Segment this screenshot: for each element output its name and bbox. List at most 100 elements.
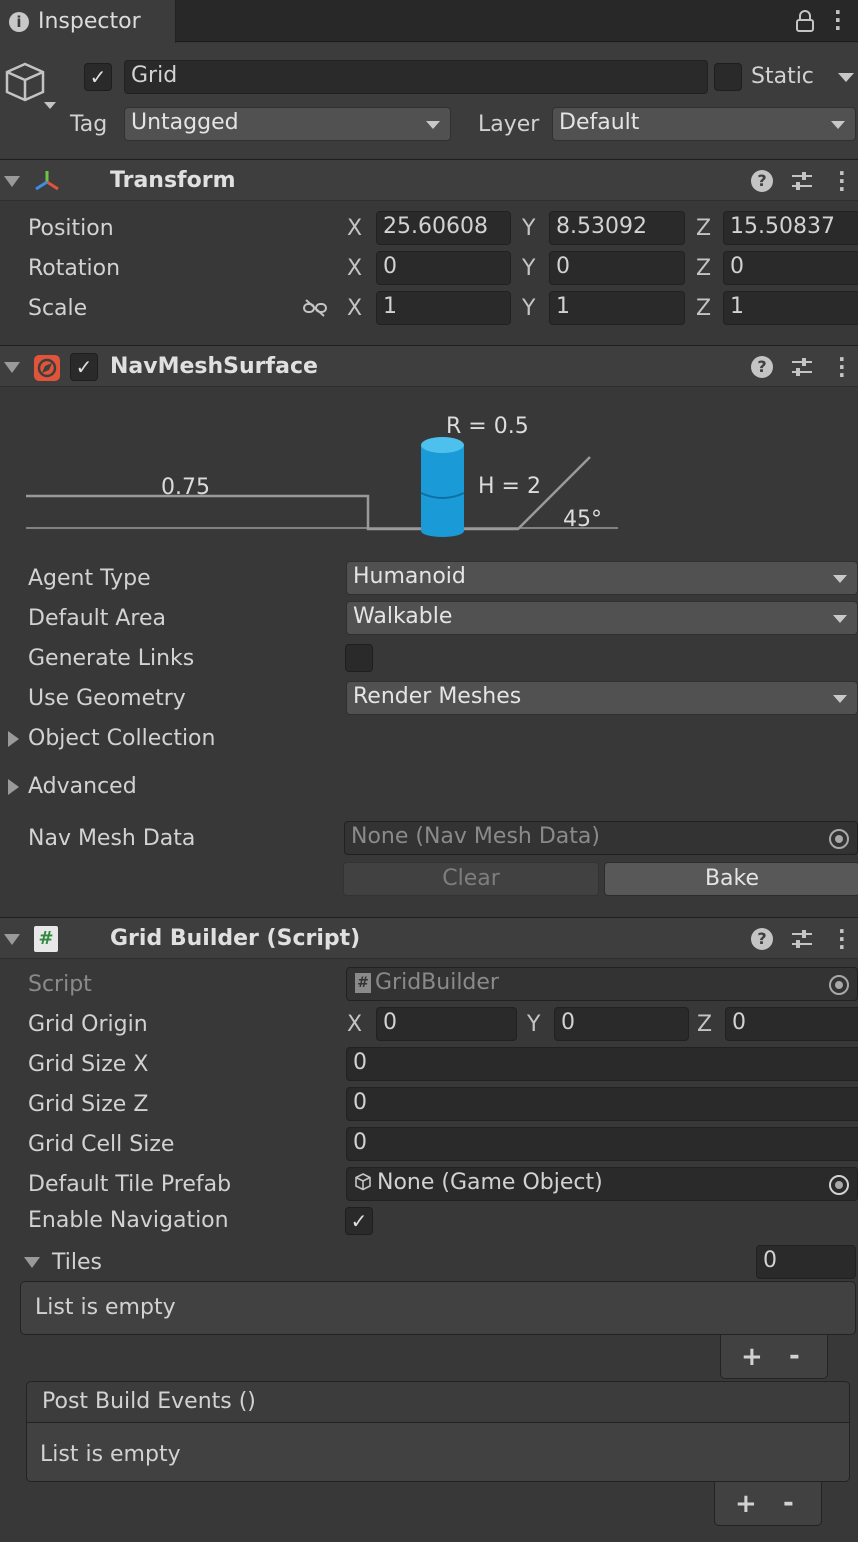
static-checkbox[interactable]	[714, 63, 742, 91]
axis-y-label[interactable]: Y	[522, 254, 535, 284]
tag-dropdown[interactable]: Untagged	[124, 107, 451, 141]
foldout-arrow-icon[interactable]	[8, 731, 19, 747]
agent-type-label: Agent Type	[28, 566, 151, 591]
default-area-dropdown[interactable]: Walkable	[346, 601, 858, 635]
events-empty-text: List is empty	[40, 1442, 181, 1467]
foldout-arrow-icon[interactable]	[8, 779, 19, 795]
object-collection-foldout[interactable]: Object Collection	[28, 724, 215, 754]
tiles-remove-button[interactable]: -	[789, 1341, 800, 1371]
default-area-label: Default Area	[28, 606, 167, 631]
tab-title: Inspector	[38, 9, 141, 34]
position-z-field[interactable]: 15.50837	[723, 211, 858, 245]
layer-value: Default	[559, 110, 640, 135]
axis-y-label[interactable]: Y	[527, 1010, 540, 1040]
layer-dropdown[interactable]: Default	[552, 107, 856, 141]
chevron-down-icon	[833, 575, 847, 583]
advanced-foldout[interactable]: Advanced	[28, 772, 137, 802]
foldout-arrow-icon[interactable]	[4, 176, 20, 187]
default-area-value: Walkable	[353, 604, 453, 629]
axis-x-label[interactable]: X	[347, 254, 362, 284]
object-picker-icon[interactable]	[829, 829, 849, 849]
scale-y-field[interactable]: 1	[549, 291, 685, 325]
grid-builder-header[interactable]: # Grid Builder (Script) ? · · ·	[0, 917, 858, 959]
axis-z-label[interactable]: Z	[696, 254, 711, 284]
lock-icon[interactable]	[794, 9, 816, 33]
component-title: Transform	[110, 168, 236, 193]
grid-origin-label: Grid Origin	[28, 1012, 148, 1037]
axis-x-label[interactable]: X	[347, 1010, 362, 1040]
grid-size-z-field[interactable]: 0	[346, 1087, 858, 1121]
help-icon[interactable]: ?	[751, 170, 773, 192]
script-label: Script	[28, 972, 92, 997]
nav-mesh-data-field[interactable]: None (Nav Mesh Data)	[344, 821, 858, 855]
grid-cell-size-field[interactable]: 0	[346, 1127, 858, 1161]
layer-label: Layer	[478, 112, 540, 137]
script-file-icon: #	[34, 926, 58, 952]
axis-x-label[interactable]: X	[347, 294, 362, 324]
rotation-label: Rotation	[28, 256, 121, 281]
rotation-x-field[interactable]: 0	[376, 251, 511, 285]
axis-z-label[interactable]: Z	[696, 294, 711, 324]
default-tile-prefab-label: Default Tile Prefab	[28, 1172, 232, 1197]
agent-type-dropdown[interactable]: Humanoid	[346, 561, 858, 595]
default-tile-prefab-value: None (Game Object)	[377, 1170, 603, 1195]
chevron-down-icon	[833, 695, 847, 703]
events-add-button[interactable]: +	[735, 1489, 757, 1519]
help-icon[interactable]: ?	[751, 356, 773, 378]
tiles-add-button[interactable]: +	[741, 1342, 763, 1372]
scale-label: Scale	[28, 296, 88, 321]
tab-inspector[interactable]: i Inspector	[0, 0, 176, 43]
axis-y-label[interactable]: Y	[522, 294, 535, 324]
events-remove-button[interactable]: -	[783, 1488, 794, 1518]
tiles-foldout[interactable]: Tiles	[52, 1248, 102, 1278]
use-geometry-dropdown[interactable]: Render Meshes	[346, 681, 858, 715]
presets-icon[interactable]	[790, 355, 814, 379]
component-menu-icon[interactable]: · · ·	[838, 349, 846, 385]
rotation-z-field[interactable]: 0	[723, 251, 858, 285]
axis-z-label[interactable]: Z	[696, 214, 711, 244]
constrain-proportions-link-icon[interactable]	[302, 298, 328, 318]
position-y-field[interactable]: 8.53092	[549, 211, 685, 245]
script-field: # GridBuilder	[346, 967, 858, 1001]
grid-origin-z-field[interactable]: 0	[725, 1007, 858, 1041]
kebab-menu-icon[interactable]: · · ·	[834, 2, 842, 38]
info-icon: i	[9, 12, 29, 32]
navmesh-enabled-checkbox[interactable]: ✓	[70, 353, 98, 381]
position-x-field[interactable]: 25.60608	[376, 211, 511, 245]
grid-origin-x-field[interactable]: 0	[376, 1007, 517, 1041]
navmesh-header[interactable]: ✓ NavMeshSurface ? · · ·	[0, 345, 858, 387]
presets-icon[interactable]	[790, 927, 814, 951]
presets-icon[interactable]	[790, 169, 814, 193]
component-title: NavMeshSurface	[110, 354, 318, 379]
bake-button[interactable]: Bake	[604, 862, 858, 896]
axis-x-label[interactable]: X	[347, 214, 362, 244]
post-build-events: Post Build Events () List is empty	[26, 1381, 850, 1482]
clear-button[interactable]: Clear	[343, 862, 599, 896]
transform-header[interactable]: Transform ? · · ·	[0, 159, 858, 201]
component-menu-icon[interactable]: · · ·	[838, 163, 846, 199]
foldout-arrow-icon[interactable]	[4, 934, 20, 945]
gameobject-cube-icon[interactable]	[4, 60, 60, 114]
agent-diagram	[26, 437, 618, 537]
active-checkbox[interactable]: ✓	[84, 63, 112, 91]
object-name-field[interactable]: Grid	[124, 60, 708, 94]
rotation-y-field[interactable]: 0	[549, 251, 685, 285]
scale-z-field[interactable]: 1	[723, 291, 858, 325]
default-tile-prefab-field[interactable]: None (Game Object)	[346, 1167, 858, 1201]
generate-links-checkbox[interactable]	[345, 644, 373, 672]
foldout-arrow-icon[interactable]	[24, 1257, 40, 1268]
enable-navigation-checkbox[interactable]: ✓	[345, 1207, 373, 1235]
scale-x-field[interactable]: 1	[376, 291, 511, 325]
static-dropdown-arrow[interactable]	[838, 73, 854, 82]
foldout-arrow-icon[interactable]	[4, 362, 20, 373]
tag-value: Untagged	[131, 110, 239, 135]
component-menu-icon[interactable]: · · ·	[838, 921, 846, 957]
object-picker-icon[interactable]	[829, 1175, 849, 1195]
tiles-count-field[interactable]: 0	[756, 1245, 856, 1279]
axis-z-label[interactable]: Z	[697, 1010, 712, 1040]
axis-y-label[interactable]: Y	[522, 214, 535, 244]
grid-size-x-field[interactable]: 0	[346, 1047, 858, 1081]
help-icon[interactable]: ?	[751, 928, 773, 950]
tiles-empty-text: List is empty	[35, 1295, 176, 1320]
grid-origin-y-field[interactable]: 0	[554, 1007, 689, 1041]
